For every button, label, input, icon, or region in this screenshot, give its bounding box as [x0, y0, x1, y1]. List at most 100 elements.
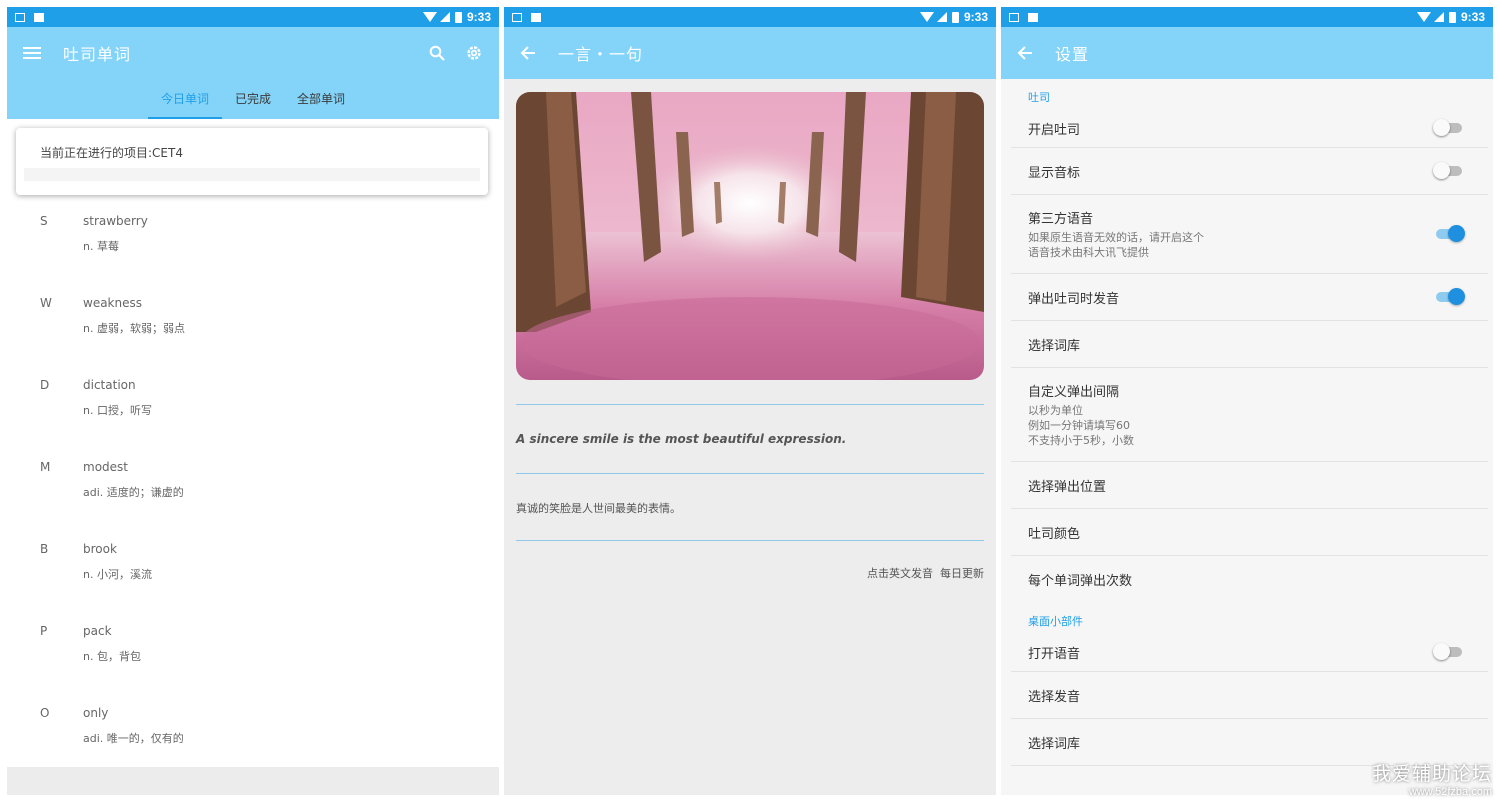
- status-time: 9:33: [963, 10, 988, 24]
- setting-description: 不支持小于5秒，小数: [1028, 434, 1134, 447]
- word-english: brook: [83, 542, 117, 556]
- word-english: only: [83, 706, 109, 720]
- setting-label: 选择弹出位置: [1028, 479, 1107, 495]
- word-initial: B: [40, 542, 49, 556]
- status-bar: 9:33: [1001, 7, 1493, 27]
- word-initial: D: [40, 378, 50, 392]
- word-meaning: n. 包，背包: [83, 650, 141, 663]
- status-time: 9:33: [1460, 10, 1485, 24]
- word-initial: W: [40, 296, 52, 310]
- list-item[interactable]: D dictation n. 口授，听写: [7, 371, 499, 453]
- list-item[interactable]: B brook n. 小河，溪流: [7, 535, 499, 617]
- gallery-notification-icon: [512, 12, 522, 22]
- toggle-switch-off[interactable]: [1433, 162, 1462, 179]
- quote-footer: 点击英文发音 每日更新: [867, 565, 984, 581]
- setting-label: 吐司颜色: [1028, 526, 1081, 542]
- pronounce-english-link[interactable]: 点击英文发音: [867, 565, 933, 581]
- settings-screen: 9:33 设置 吐司 开启吐司 显示音标 第三方语音 如果原生语音无效的话，请开…: [1001, 7, 1493, 795]
- setting-label: 选择词库: [1028, 338, 1081, 354]
- toggle-switch-off[interactable]: [1433, 643, 1462, 660]
- toggle-switch-on[interactable]: [1436, 288, 1465, 305]
- setting-toast-color[interactable]: 吐司颜色: [1011, 509, 1488, 556]
- search-icon[interactable]: [429, 45, 445, 61]
- word-list: S strawberry n. 草莓 W weakness n. 虚弱，软弱；弱…: [7, 207, 499, 781]
- word-initial: M: [40, 460, 51, 474]
- word-english: pack: [83, 624, 112, 638]
- toggle-switch-off[interactable]: [1433, 119, 1462, 136]
- word-meaning: n. 草莓: [83, 240, 119, 253]
- project-progress-bar: [24, 168, 480, 181]
- setting-description: 例如一分钟请填写60: [1028, 419, 1130, 432]
- word-meaning: adi. 唯一的，仅有的: [83, 732, 184, 745]
- battery-icon: [951, 11, 959, 23]
- setting-label: 自定义弹出间隔: [1028, 385, 1120, 400]
- setting-label: 显示音标: [1028, 165, 1081, 181]
- gallery-notification-icon: [15, 12, 25, 22]
- status-bar: 9:33: [504, 7, 996, 27]
- setting-label: 弹出吐司时发音: [1028, 291, 1120, 307]
- signal-icon: [936, 12, 947, 22]
- daily-update-text: 每日更新: [940, 567, 984, 580]
- word-english: modest: [83, 460, 128, 474]
- app-bar: 设置: [1001, 27, 1493, 79]
- setting-open-voice[interactable]: 打开语音: [1011, 633, 1488, 672]
- setting-label: 打开语音: [1028, 646, 1081, 662]
- setting-description: 语音技术由科大讯飞提供: [1028, 246, 1149, 259]
- quote-english[interactable]: A sincere smile is the most beautiful ex…: [516, 432, 846, 446]
- page-title: 一言・一句: [558, 45, 644, 64]
- word-initial: O: [40, 706, 50, 720]
- watermark-url: www.52fzba.com: [1408, 786, 1492, 798]
- forum-watermark: 我爱辅助论坛 www.52fzba.com: [1372, 759, 1492, 798]
- section-header-toast: 吐司: [1028, 91, 1050, 104]
- menu-icon[interactable]: [23, 46, 41, 60]
- current-project-card[interactable]: 当前正在进行的项目:CET4: [16, 128, 488, 195]
- tab-completed[interactable]: 已完成: [222, 90, 284, 119]
- word-meaning: n. 口授，听写: [83, 404, 152, 417]
- gear-icon[interactable]: [465, 44, 483, 62]
- setting-popup-count[interactable]: 每个单词弹出次数: [1011, 556, 1488, 603]
- setting-show-phonetic[interactable]: 显示音标: [1011, 148, 1488, 195]
- tab-bar: 今日单词 已完成 全部单词: [7, 79, 499, 119]
- setting-popup-position[interactable]: 选择弹出位置: [1011, 462, 1488, 509]
- status-time: 9:33: [466, 10, 491, 24]
- word-initial: P: [40, 624, 48, 638]
- status-bar: 9:33: [7, 7, 499, 27]
- section-header-widget: 桌面小部件: [1028, 615, 1083, 628]
- setting-enable-toast[interactable]: 开启吐司: [1011, 109, 1488, 148]
- list-item[interactable]: M modest adi. 适度的；谦虚的: [7, 453, 499, 535]
- app-notification-icon: [34, 12, 44, 22]
- divider: [516, 540, 984, 541]
- page-title: 设置: [1055, 45, 1090, 64]
- current-project-text: 当前正在进行的项目:CET4: [40, 146, 183, 160]
- setting-description: 以秒为单位: [1028, 404, 1083, 417]
- setting-third-party-voice[interactable]: 第三方语音 如果原生语音无效的话，请开启这个 语音技术由科大讯飞提供: [1011, 195, 1488, 274]
- word-meaning: n. 虚弱，软弱；弱点: [83, 322, 185, 335]
- setting-label: 选择发音: [1028, 689, 1081, 705]
- tab-today-words[interactable]: 今日单词: [147, 90, 222, 119]
- back-arrow-icon[interactable]: [520, 46, 536, 60]
- word-english: dictation: [83, 378, 136, 392]
- signal-icon: [439, 12, 450, 22]
- app-notification-icon: [1028, 12, 1038, 22]
- wifi-icon: [919, 12, 934, 22]
- word-meaning: adi. 适度的；谦虚的: [83, 486, 184, 499]
- gallery-notification-icon: [1009, 12, 1019, 22]
- back-arrow-icon[interactable]: [1017, 46, 1033, 60]
- setting-label: 选择词库: [1028, 736, 1081, 752]
- signal-icon: [1433, 12, 1444, 22]
- divider: [516, 404, 984, 405]
- setting-speak-on-toast[interactable]: 弹出吐司时发音: [1011, 274, 1488, 321]
- list-item[interactable]: P pack n. 包，背包: [7, 617, 499, 699]
- list-item[interactable]: S strawberry n. 草莓: [7, 207, 499, 289]
- tab-all-words[interactable]: 全部单词: [284, 90, 358, 119]
- setting-custom-interval[interactable]: 自定义弹出间隔 以秒为单位 例如一分钟请填写60 不支持小于5秒，小数: [1011, 368, 1488, 462]
- setting-select-pronunciation[interactable]: 选择发音: [1011, 672, 1488, 719]
- word-initial: S: [40, 214, 48, 228]
- app-title: 吐司单词: [63, 45, 132, 64]
- list-item[interactable]: W weakness n. 虚弱，软弱；弱点: [7, 289, 499, 371]
- setting-select-wordbank[interactable]: 选择词库: [1011, 321, 1488, 368]
- word-english: strawberry: [83, 214, 148, 228]
- watermark-title: 我爱辅助论坛: [1371, 763, 1492, 785]
- toggle-switch-on[interactable]: [1436, 225, 1465, 242]
- app-bar: 吐司单词: [7, 27, 499, 79]
